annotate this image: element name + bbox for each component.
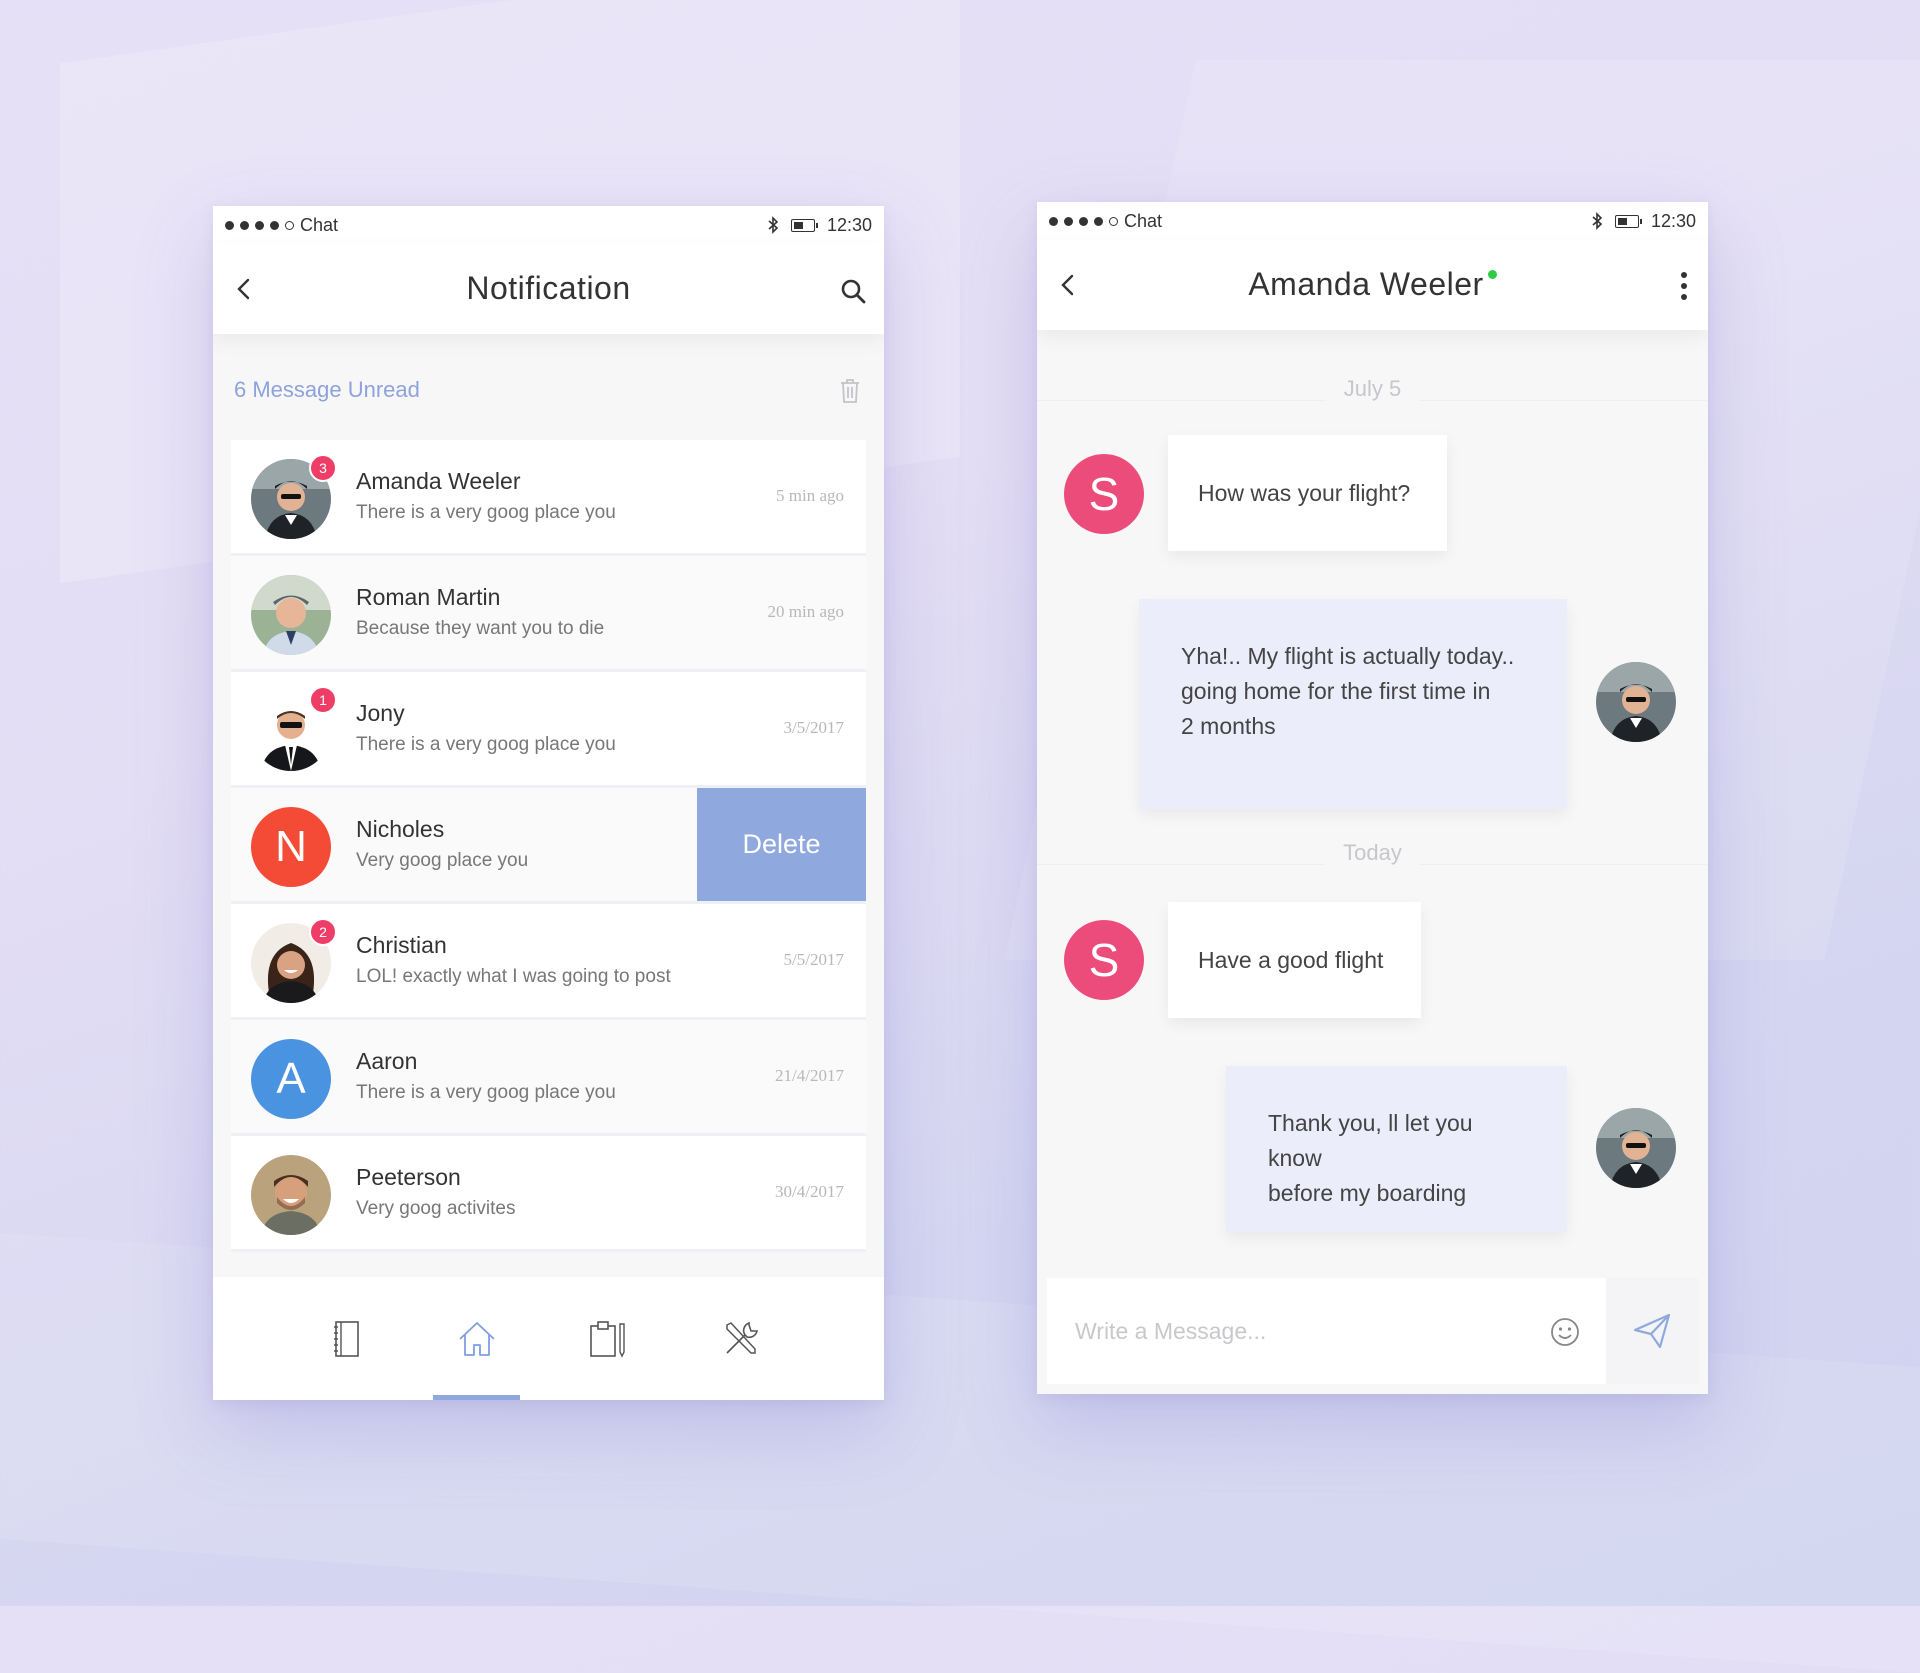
message-time: 5/5/2017 xyxy=(783,950,844,969)
message-composer xyxy=(1047,1278,1698,1384)
message-preview: LOL! exactly what I was going to post xyxy=(356,966,671,987)
incoming-message: Have a good flight xyxy=(1168,902,1421,1018)
unread-badge: 1 xyxy=(309,686,337,714)
message-preview: There is a very goog place you xyxy=(356,502,616,523)
unread-badge: 3 xyxy=(309,454,337,482)
message-line: before my boarding xyxy=(1268,1180,1467,1206)
page-title: Notification xyxy=(466,270,631,306)
message-preview: There is a very goog place you xyxy=(356,734,616,755)
signal-dots-icon xyxy=(1049,216,1118,226)
chat-screen: Chat 12:30 Amanda Weeler July 5 S How wa… xyxy=(1037,202,1708,1394)
outgoing-message: Thank you, ll let you know before my boa… xyxy=(1226,1066,1567,1232)
list-item[interactable]: 3 Amanda Weeler There is a very goog pla… xyxy=(231,440,866,556)
contact-name: Amanda Weeler xyxy=(1248,266,1484,302)
message-preview: There is a very goog place you xyxy=(356,1082,616,1103)
list-item[interactable]: 1 Jony There is a very goog place you 3/… xyxy=(231,672,866,788)
trash-icon[interactable] xyxy=(838,377,862,405)
message-text: Have a good flight xyxy=(1198,946,1384,973)
bluetooth-icon xyxy=(768,216,779,234)
send-button[interactable] xyxy=(1606,1278,1698,1384)
message-time: 3/5/2017 xyxy=(783,718,844,737)
message-time: 21/4/2017 xyxy=(775,1066,844,1085)
date-label: Today xyxy=(1325,840,1420,865)
message-line: Yha!.. My flight is actually today.. xyxy=(1181,643,1515,669)
message-time: 30/4/2017 xyxy=(775,1182,844,1201)
list-item[interactable]: Peeterson Very goog activites 30/4/2017 xyxy=(231,1136,866,1252)
outgoing-message: Yha!.. My flight is actually today.. goi… xyxy=(1139,599,1567,809)
delete-button[interactable]: Delete xyxy=(697,788,866,901)
list-item[interactable]: Roman Martin Because they want you to di… xyxy=(231,556,866,672)
message-text: How was your flight? xyxy=(1198,479,1411,506)
carrier-label: Chat xyxy=(1124,210,1163,231)
avatar xyxy=(251,575,331,655)
send-icon xyxy=(1633,1313,1671,1349)
status-bar: Chat 12:30 xyxy=(213,206,884,244)
date-separator: Today xyxy=(1037,840,1708,870)
chat-title: Amanda Weeler xyxy=(1037,266,1708,303)
message-time: 20 min ago xyxy=(767,602,845,621)
message-list: 3 Amanda Weeler There is a very goog pla… xyxy=(231,440,866,1252)
carrier-label: Chat xyxy=(300,214,339,235)
status-time: 12:30 xyxy=(826,214,872,235)
message-input[interactable] xyxy=(1047,1278,1567,1384)
avatar: N xyxy=(251,807,331,887)
list-item[interactable]: 2 Christian LOL! exactly what I was goin… xyxy=(231,904,866,1020)
message-line: 2 months xyxy=(1181,713,1276,739)
app-header: Notification xyxy=(213,244,884,334)
message-preview: Very goog activites xyxy=(356,1198,516,1219)
user-avatar xyxy=(1596,662,1676,742)
bottom-tab-bar xyxy=(213,1277,884,1400)
list-item[interactable]: A Aaron There is a very goog place you 2… xyxy=(231,1020,866,1136)
emoji-icon[interactable] xyxy=(1549,1316,1581,1348)
notification-screen: Chat 12:30 Notification 6 Message Unread… xyxy=(213,206,884,1400)
online-status-dot xyxy=(1487,270,1497,279)
bluetooth-icon xyxy=(1592,212,1603,230)
contact-name: Peeterson xyxy=(356,1164,461,1190)
incoming-message: How was your flight? xyxy=(1168,435,1447,551)
unread-badge: 2 xyxy=(309,918,337,946)
list-item[interactable]: N Nicholes Very goog place you Delete xyxy=(231,788,866,904)
status-time: 12:30 xyxy=(1650,210,1696,231)
contact-name: Amanda Weeler xyxy=(356,468,521,494)
avatar xyxy=(251,1155,331,1235)
active-tab-indicator xyxy=(433,1395,520,1400)
chat-header: Amanda Weeler xyxy=(1037,240,1708,330)
status-bar: Chat 12:30 xyxy=(1037,202,1708,240)
home-icon[interactable] xyxy=(455,1317,499,1361)
sender-avatar: S xyxy=(1064,920,1144,1000)
message-preview: Because they want you to die xyxy=(356,618,605,639)
unread-count-label: 6 Message Unread xyxy=(234,377,420,402)
signal-dots-icon xyxy=(225,220,294,230)
sender-avatar: S xyxy=(1064,454,1144,534)
notebook-icon[interactable] xyxy=(325,1317,369,1361)
message-time: 5 min ago xyxy=(776,486,844,505)
message-line: going home for the first time in xyxy=(1181,678,1491,704)
unread-summary: 6 Message Unread xyxy=(234,361,862,421)
message-preview: Very goog place you xyxy=(356,850,529,871)
more-options-icon[interactable] xyxy=(1674,268,1694,304)
contact-name: Aaron xyxy=(356,1048,418,1074)
date-separator: July 5 xyxy=(1037,376,1708,406)
avatar: A xyxy=(251,1039,331,1119)
user-avatar xyxy=(1596,1108,1676,1188)
contact-name: Christian xyxy=(356,932,447,958)
search-icon[interactable] xyxy=(838,276,868,306)
message-line: Thank you, ll let you know xyxy=(1268,1110,1473,1171)
tools-icon[interactable] xyxy=(719,1317,763,1361)
battery-icon xyxy=(1614,214,1642,228)
contact-name: Nicholes xyxy=(356,816,445,842)
clipboard-icon[interactable] xyxy=(585,1317,629,1361)
battery-icon xyxy=(790,218,818,232)
contact-name: Jony xyxy=(356,700,405,726)
contact-name: Roman Martin xyxy=(356,584,501,610)
date-label: July 5 xyxy=(1325,376,1420,401)
